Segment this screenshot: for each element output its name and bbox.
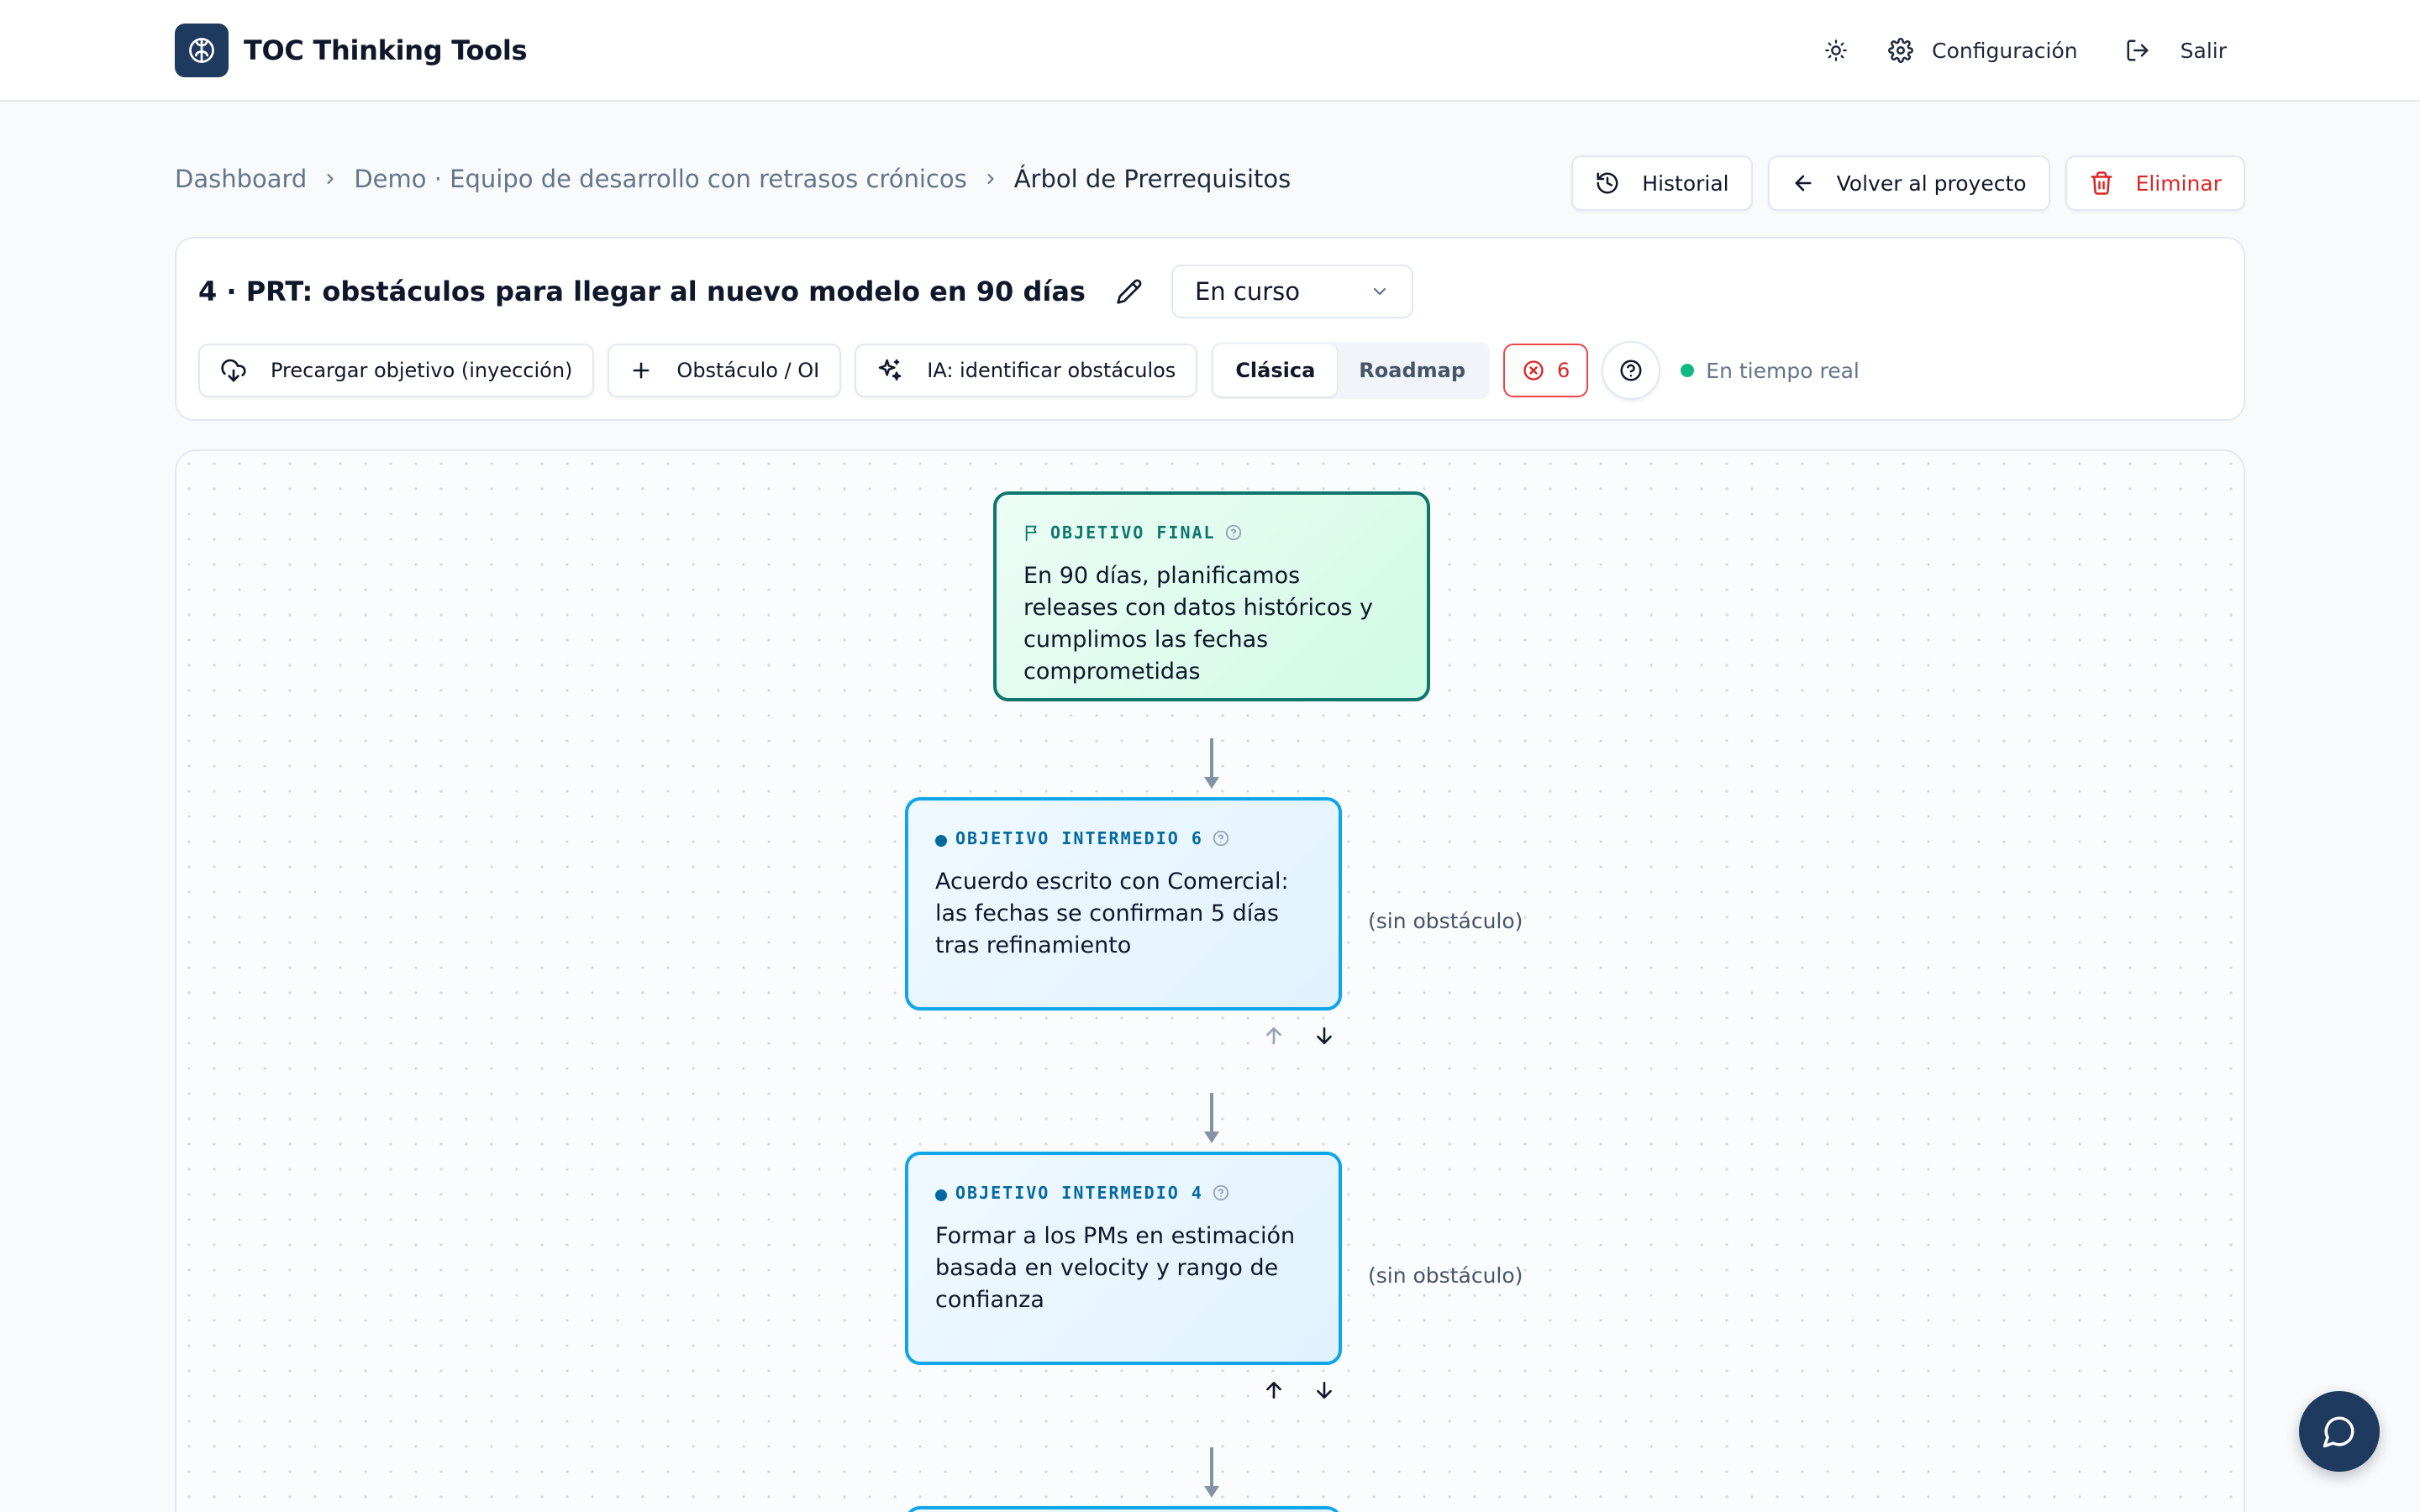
help-hint-icon[interactable] <box>1212 1184 1230 1202</box>
arrow-left-icon <box>1795 175 1812 192</box>
status-dot <box>935 835 947 847</box>
brand[interactable]: TOC Thinking Tools <box>175 24 528 77</box>
ai-identify-button[interactable]: IA: identificar obstáculos <box>855 344 1198 397</box>
goal-node-text: En 90 días, planificamos releases con da… <box>1023 563 1373 685</box>
logout-icon <box>2127 39 2149 61</box>
history-icon <box>1597 172 1618 194</box>
flag-icon <box>1025 525 1037 542</box>
breadcrumb: Dashboard Demo · Equipo de desarrollo co… <box>175 165 1291 193</box>
connector-arrow <box>1204 1093 1219 1143</box>
intermediate-objective-node[interactable]: OBJETIVO INTERMEDIO 4 Formar a los PMs e… <box>905 1152 1342 1365</box>
document-header-card: 4 · PRT: obstáculos para llegar al nuevo… <box>175 237 2245 421</box>
move-up-arrow-icon[interactable] <box>1260 1022 1287 1049</box>
obstacle-placeholder[interactable]: (sin obstáculo) <box>1368 1263 1523 1288</box>
sparkles-icon <box>878 359 902 381</box>
history-button[interactable]: Historial <box>1571 155 1753 211</box>
edit-title-pencil-icon[interactable] <box>1111 273 1148 310</box>
breadcrumb-project[interactable]: Demo · Equipo de desarrollo con retrasos… <box>354 165 966 193</box>
page-actions: Historial Volver al proyecto Eliminar <box>1571 155 2245 211</box>
logout-label: Salir <box>2180 38 2227 63</box>
brain-logo-icon <box>175 24 229 77</box>
realtime-dot <box>1681 364 1695 377</box>
intermediate-node-text: Formar a los PMs en estimación basada en… <box>935 1223 1296 1313</box>
history-label: Historial <box>1642 171 1729 196</box>
theme-toggle-sun-icon[interactable] <box>1816 30 1856 71</box>
add-obstacle-button[interactable]: Obstáculo / OI <box>608 344 842 397</box>
preload-label: Precargar objetivo (inyección) <box>271 359 573 382</box>
view-toggle: Clásica Roadmap <box>1211 342 1491 399</box>
status-dot <box>935 1189 947 1201</box>
settings-link[interactable]: Configuración <box>1888 38 2078 63</box>
status-select[interactable]: En curso <box>1171 265 1413 318</box>
realtime-status: En tiempo real <box>1681 359 1860 383</box>
cloud-download-icon <box>221 359 246 382</box>
move-down-arrow-icon[interactable] <box>1311 1022 1338 1049</box>
move-down-arrow-icon[interactable] <box>1311 1377 1338 1404</box>
reorder-controls <box>1260 1022 1338 1049</box>
realtime-label: En tiempo real <box>1706 358 1860 383</box>
help-hint-icon[interactable] <box>1212 829 1230 848</box>
add-label: Obstáculo / OI <box>676 359 820 382</box>
connector-arrow <box>1204 1447 1219 1498</box>
chat-bubble-icon <box>2323 1416 2354 1448</box>
trash-icon <box>2091 171 2112 195</box>
document-title: 4 · PRT: obstáculos para llegar al nuevo… <box>198 276 1086 307</box>
x-circle-icon <box>1523 360 1544 381</box>
intermediate-objective-node[interactable]: OBJETIVO INTERMEDIO 6 Acuerdo escrito co… <box>905 797 1342 1011</box>
logout-link[interactable]: Salir <box>2125 38 2227 63</box>
back-label: Volver al proyecto <box>1836 171 2027 196</box>
back-to-project-button[interactable]: Volver al proyecto <box>1767 155 2050 211</box>
obstacle-placeholder[interactable]: (sin obstáculo) <box>1368 909 1523 933</box>
goal-node-label: OBJETIVO FINAL <box>1050 522 1216 543</box>
chevron-right-icon <box>982 171 999 187</box>
breadcrumb-current: Árbol de Prerrequisitos <box>1013 165 1292 193</box>
status-value: En curso <box>1194 277 1300 306</box>
top-navbar: TOC Thinking Tools Configuración Salir <box>0 0 2420 102</box>
reorder-controls <box>1260 1377 1338 1404</box>
chat-button[interactable] <box>2299 1391 2380 1472</box>
settings-label: Configuración <box>1932 38 2078 63</box>
breadcrumb-dashboard[interactable]: Dashboard <box>175 165 307 193</box>
tree-canvas[interactable]: OBJETIVO FINAL En 90 días, planificamos … <box>175 449 2245 1512</box>
ai-label: IA: identificar obstáculos <box>927 359 1176 382</box>
intermediate-objective-node[interactable] <box>905 1506 1342 1512</box>
delete-label: Eliminar <box>2135 171 2222 196</box>
delete-button[interactable]: Eliminar <box>2065 155 2245 211</box>
preload-goal-button[interactable]: Precargar objetivo (inyección) <box>198 344 595 397</box>
view-roadmap-tab[interactable]: Roadmap <box>1337 344 1487 396</box>
error-count-badge[interactable]: 6 <box>1503 344 1589 397</box>
help-circle-icon <box>1620 360 1642 381</box>
toolbar: Precargar objetivo (inyección) Obstáculo… <box>198 341 1860 400</box>
plus-icon <box>633 362 650 379</box>
intermediate-node-label: OBJETIVO INTERMEDIO 6 <box>955 828 1203 848</box>
help-hint-icon[interactable] <box>1224 523 1243 542</box>
gear-icon <box>1888 38 1914 63</box>
connector-arrow <box>1204 738 1219 789</box>
app-name: TOC Thinking Tools <box>244 34 528 66</box>
goal-node[interactable]: OBJETIVO FINAL En 90 días, planificamos … <box>993 491 1430 701</box>
chevron-right-icon <box>322 171 339 187</box>
view-classic-tab[interactable]: Clásica <box>1213 344 1338 396</box>
move-up-arrow-icon[interactable] <box>1260 1377 1287 1404</box>
intermediate-node-label: OBJETIVO INTERMEDIO 4 <box>955 1183 1203 1203</box>
error-count: 6 <box>1557 359 1570 382</box>
intermediate-node-text: Acuerdo escrito con Comercial: las fecha… <box>935 869 1289 958</box>
chevron-down-icon <box>1373 287 1386 296</box>
help-button[interactable] <box>1602 341 1661 400</box>
